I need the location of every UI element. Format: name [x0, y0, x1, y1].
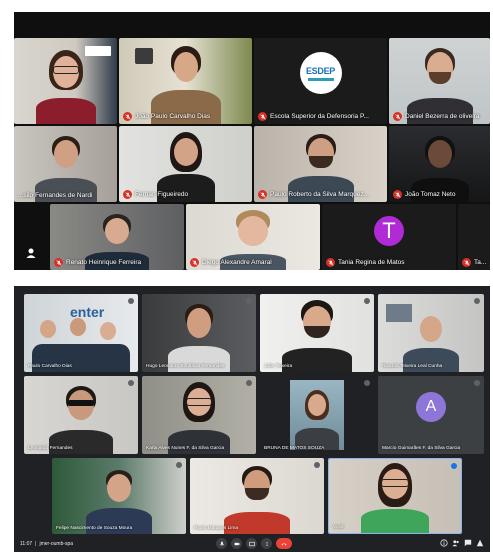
participant-tile[interactable]: Renato Heinrique Ferreira: [50, 204, 184, 270]
more-options-icon[interactable]: [246, 380, 252, 386]
participant-name: Você: [333, 525, 344, 530]
participant-tile[interactable]: Ta...: [458, 204, 490, 270]
mic-off-icon: [393, 112, 402, 121]
participant-name: Paulo Carvalho Dias: [28, 364, 72, 369]
participant-name: Hugo Leonardo Bonifácio Fernandes: [146, 364, 225, 369]
mic-off-icon: [54, 258, 63, 267]
participant-avatar: A: [416, 392, 446, 422]
present-screen-icon[interactable]: [246, 538, 257, 549]
participant-name: Diego Alexandre Amaral: [190, 258, 272, 267]
participant-name: Paulo Roberto da Silva Marquez...: [258, 190, 369, 199]
video-call-grid-top: João Paulo Carvalho Dias ESDEP Escola Su…: [14, 12, 490, 270]
mic-off-icon: [326, 258, 335, 267]
participant-name: Karla Alves Nunes F. da Silva Garcia: [146, 446, 225, 451]
mic-off-icon: [393, 190, 402, 199]
participant-name: ...silo Fernandes de Nardi: [18, 192, 93, 199]
participant-tile[interactable]: ...silo Fernandes de Nardi: [14, 126, 117, 202]
mic-icon[interactable]: [216, 538, 227, 549]
participant-tile[interactable]: Leonardo Fernandes: [24, 376, 138, 454]
participant-name: Tania Regina de Matos: [326, 258, 405, 267]
more-options-icon[interactable]: [364, 298, 370, 304]
participant-name: Paulo Marques Lima: [194, 526, 238, 531]
people-icon[interactable]: [452, 539, 460, 549]
participant-name: Felipe Nascimento de Souza Moura: [56, 526, 133, 531]
participant-tile[interactable]: Paulo Marques Lima: [190, 458, 324, 534]
more-options-icon[interactable]: [128, 380, 134, 386]
participant-tile[interactable]: João Paulo Carvalho Dias: [119, 38, 252, 124]
more-options-icon[interactable]: [128, 298, 134, 304]
more-options-icon[interactable]: [451, 463, 457, 469]
participant-name: Fernan Figueiredo: [123, 190, 188, 199]
participant-tile[interactable]: BRUNA DE MATOS SOUZA: [260, 376, 374, 454]
self-view-tile[interactable]: Você: [328, 458, 462, 534]
info-icon[interactable]: [440, 539, 448, 549]
more-options-icon[interactable]: [474, 298, 480, 304]
meeting-control-bar: 11:07 | jmer-oumb-spa: [14, 536, 490, 552]
participant-tile[interactable]: enter Paulo Carvalho Dias: [24, 294, 138, 372]
participant-tile[interactable]: A Marcio Guimarães F. da Silva Garcia: [378, 376, 484, 454]
hang-up-button[interactable]: [276, 538, 292, 549]
participant-tile[interactable]: ESDEP Escola Superior da Defensoria P...: [254, 38, 387, 124]
more-options-icon[interactable]: [474, 380, 480, 386]
participant-tile[interactable]: Fernan Figueiredo: [119, 126, 252, 202]
esdep-logo: ESDEP: [299, 52, 342, 94]
participant-tile[interactable]: João Teixeira: [260, 294, 374, 372]
participant-name: João Teixeira: [264, 364, 293, 369]
participant-name: Marcio Guimarães F. da Silva Garcia: [382, 446, 461, 451]
participant-name: João Paulo Carvalho Dias: [123, 112, 210, 121]
participant-tile[interactable]: Ricardo Teixeira Leal Cunha: [378, 294, 484, 372]
more-options-icon[interactable]: [176, 462, 182, 468]
participant-name: João Tomaz Neto: [393, 190, 455, 199]
more-options-icon[interactable]: [246, 298, 252, 304]
more-options-icon[interactable]: [261, 538, 272, 549]
participant-tile[interactable]: Diego Alexandre Amaral: [186, 204, 320, 270]
mic-off-icon: [123, 112, 132, 121]
video-call-grid-bottom: enter Paulo Carvalho Dias Hugo Leonardo …: [14, 286, 490, 552]
participant-tile[interactable]: Hugo Leonardo Bonifácio Fernandes: [142, 294, 256, 372]
user-icon[interactable]: [25, 246, 37, 258]
participant-name: Ta...: [462, 258, 486, 267]
mic-off-icon: [258, 112, 267, 121]
participant-tile[interactable]: Paulo Roberto da Silva Marquez...: [254, 126, 387, 202]
mic-off-icon: [258, 190, 267, 199]
participant-name: Escola Superior da Defensoria P...: [258, 112, 369, 121]
meeting-time: 11:07: [20, 541, 33, 547]
participant-tile[interactable]: Karla Alves Nunes F. da Silva Garcia: [142, 376, 256, 454]
more-options-icon[interactable]: [314, 462, 320, 468]
participant-tile[interactable]: T Tania Regina de Matos: [322, 204, 456, 270]
activities-icon[interactable]: [476, 539, 484, 549]
participant-name: BRUNA DE MATOS SOUZA: [264, 446, 325, 451]
side-panel: [14, 204, 50, 270]
participant-name: Renato Heinrique Ferreira: [54, 258, 141, 267]
meeting-code: jmer-oumb-spa: [39, 541, 74, 547]
participant-tile[interactable]: João Tomaz Neto: [389, 126, 490, 202]
participant-name: Ricardo Teixeira Leal Cunha: [382, 364, 443, 369]
participant-tile[interactable]: Daniel Bezerra de oliveira: [389, 38, 490, 124]
participant-tile[interactable]: [14, 38, 117, 124]
participant-avatar: T: [374, 216, 404, 246]
participant-tile[interactable]: Felipe Nascimento de Souza Moura: [52, 458, 186, 534]
mic-off-icon: [123, 190, 132, 199]
more-options-icon[interactable]: [364, 380, 370, 386]
mic-off-icon: [190, 258, 199, 267]
chat-icon[interactable]: [464, 539, 472, 549]
participant-name: Daniel Bezerra de oliveira: [393, 112, 479, 121]
participant-name: Leonardo Fernandes: [28, 446, 73, 451]
mic-off-icon: [462, 258, 471, 267]
camera-icon[interactable]: [231, 538, 242, 549]
